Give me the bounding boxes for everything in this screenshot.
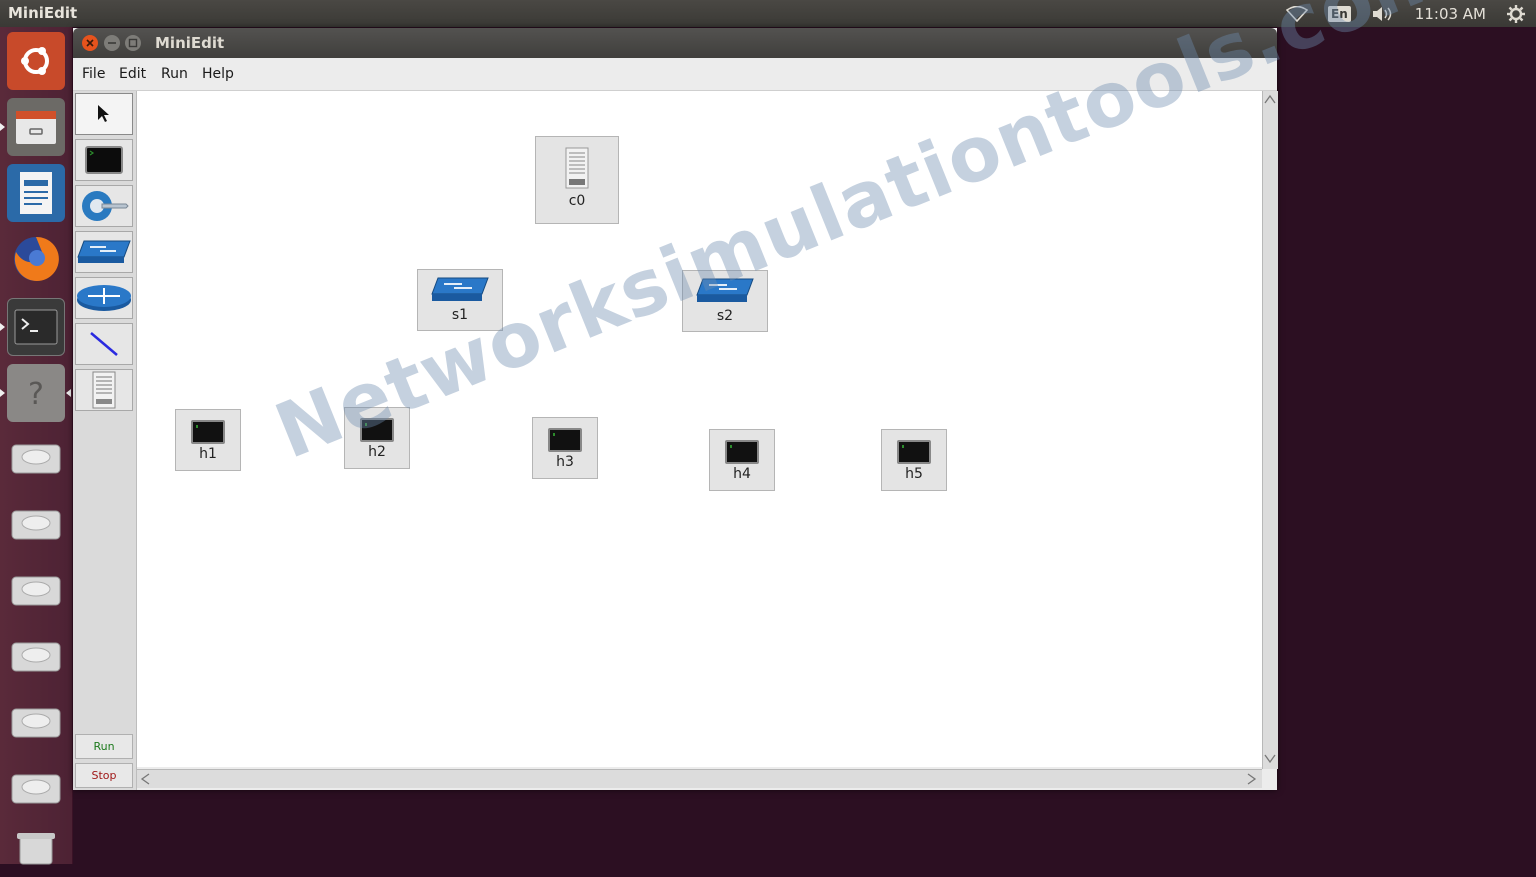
firefox-icon[interactable] — [7, 230, 65, 288]
controller-icon — [82, 191, 129, 221]
switch-tool-button[interactable] — [75, 231, 133, 273]
node-h1[interactable]: h1 — [175, 409, 241, 471]
miniedit-window: MiniEdit File Edit Run Help Run Stop c0 … — [73, 28, 1278, 790]
host-icon — [191, 420, 225, 444]
node-label: h1 — [199, 446, 217, 462]
focused-indicator — [66, 389, 71, 397]
help-icon[interactable]: ? — [7, 364, 65, 422]
switch-icon — [696, 278, 754, 302]
node-label: s1 — [451, 307, 469, 323]
node-c0[interactable]: c0 — [535, 136, 619, 224]
menu-bar: File Edit Run Help — [73, 58, 1277, 91]
node-label: h4 — [733, 466, 751, 482]
running-indicator — [0, 389, 5, 397]
router-icon — [77, 285, 131, 311]
switch-icon — [431, 277, 489, 301]
menu-file[interactable]: File — [82, 66, 105, 82]
node-label: h3 — [556, 454, 574, 470]
server-icon — [92, 371, 116, 409]
running-indicator — [0, 323, 5, 331]
minimize-button[interactable] — [104, 35, 120, 51]
maximize-button[interactable] — [125, 35, 141, 51]
host-icon — [548, 428, 582, 452]
top-panel: MiniEdit En 11:03 AM — [0, 0, 1536, 27]
active-app-title: MiniEdit — [8, 4, 78, 22]
window-title: MiniEdit — [155, 34, 225, 52]
system-tray: En 11:03 AM — [1276, 0, 1536, 27]
node-h2[interactable]: h2 — [344, 407, 410, 469]
clock[interactable]: 11:03 AM — [1415, 5, 1486, 23]
keyboard-layout-indicator[interactable]: En — [1328, 5, 1351, 22]
link-tool-button[interactable] — [75, 323, 133, 365]
topology-canvas[interactable]: c0 s1 s2 h1 h2 h3 h4 h5 — [137, 91, 1262, 767]
node-s1[interactable]: s1 — [417, 269, 503, 331]
run-button[interactable]: Run — [75, 734, 133, 759]
maximize-icon — [128, 38, 138, 48]
files-icon[interactable] — [7, 98, 65, 156]
tool-palette: Run Stop — [73, 91, 137, 790]
writer-icon[interactable] — [7, 164, 65, 222]
vertical-scrollbar[interactable] — [1262, 91, 1278, 769]
drive-icon[interactable] — [7, 496, 65, 554]
node-label: h5 — [905, 466, 923, 482]
drive-icon[interactable] — [7, 694, 65, 752]
scroll-left-icon[interactable] — [139, 772, 151, 786]
volume-icon[interactable] — [1371, 6, 1395, 22]
node-h3[interactable]: h3 — [532, 417, 598, 479]
settings-gear-icon[interactable] — [1506, 4, 1526, 24]
minimize-icon — [108, 42, 116, 44]
link-icon — [90, 332, 118, 356]
node-h4[interactable]: h4 — [709, 429, 775, 491]
select-tool-button[interactable] — [75, 93, 133, 135]
close-button[interactable] — [82, 35, 98, 51]
node-label: s2 — [716, 308, 734, 324]
ubuntu-dash-icon[interactable] — [7, 32, 65, 90]
drive-icon[interactable] — [7, 760, 65, 818]
drive-icon[interactable] — [7, 628, 65, 686]
pointer-icon — [98, 105, 109, 122]
node-label: h2 — [368, 444, 386, 460]
menu-edit[interactable]: Edit — [119, 66, 146, 82]
controller-tool-button[interactable] — [75, 185, 133, 227]
launcher: ? — [0, 27, 73, 865]
horizontal-scrollbar[interactable] — [137, 769, 1262, 788]
host-icon — [897, 440, 931, 464]
close-icon — [86, 39, 94, 47]
menu-help[interactable]: Help — [202, 66, 234, 82]
keyboard-layout-label: En — [1328, 5, 1351, 22]
scroll-down-icon[interactable] — [1263, 753, 1277, 765]
node-h5[interactable]: h5 — [881, 429, 947, 491]
host-tool-button[interactable] — [75, 139, 133, 181]
switch-icon — [77, 240, 131, 263]
router-tool-button[interactable] — [75, 277, 133, 319]
host-icon — [725, 440, 759, 464]
scroll-right-icon[interactable] — [1246, 772, 1258, 786]
netlink-tool-button[interactable] — [75, 369, 133, 411]
menu-run[interactable]: Run — [161, 66, 188, 82]
drive-icon[interactable] — [7, 430, 65, 488]
host-icon — [360, 418, 394, 442]
node-label: c0 — [568, 193, 586, 209]
window-titlebar[interactable]: MiniEdit — [73, 28, 1277, 58]
wifi-icon[interactable] — [1286, 5, 1309, 22]
trash-icon[interactable] — [7, 819, 65, 877]
running-indicator — [0, 123, 5, 131]
controller-server-icon — [565, 147, 589, 189]
host-icon — [85, 146, 123, 174]
node-s2[interactable]: s2 — [682, 270, 768, 332]
stop-button[interactable]: Stop — [75, 763, 133, 788]
drive-icon[interactable] — [7, 562, 65, 620]
svg-text:?: ? — [28, 377, 44, 412]
scroll-up-icon[interactable] — [1263, 93, 1277, 105]
terminal-icon[interactable] — [7, 298, 65, 356]
